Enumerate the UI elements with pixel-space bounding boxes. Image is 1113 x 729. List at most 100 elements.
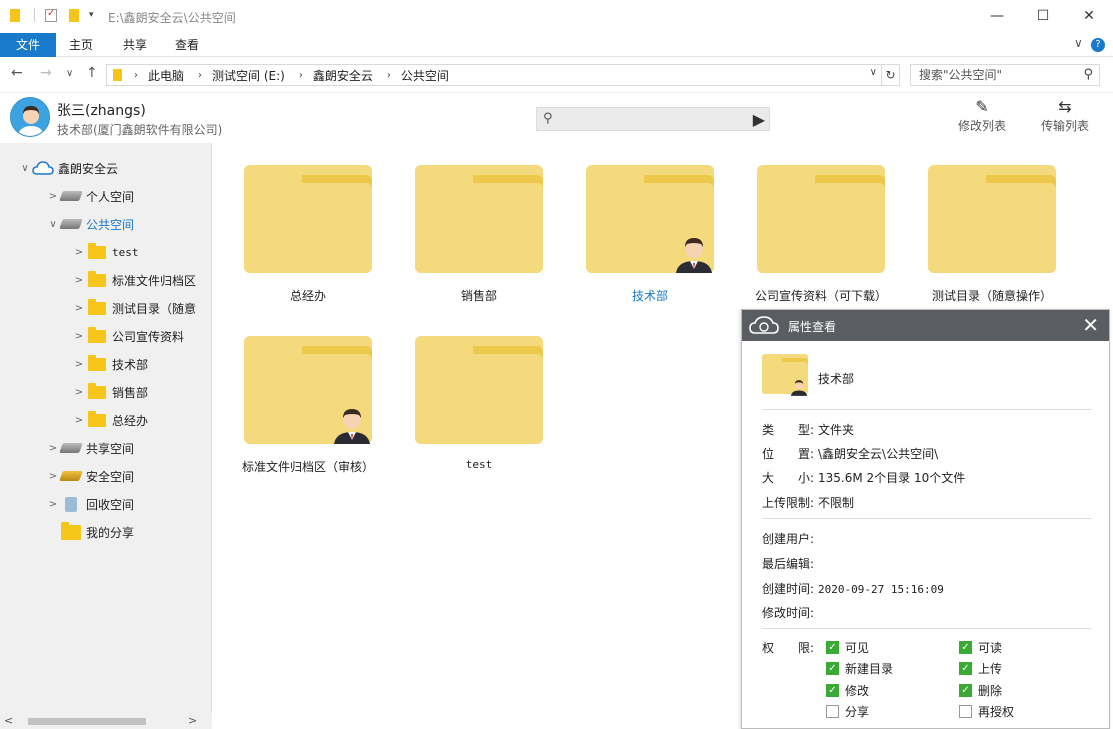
scroll-right-button[interactable]: > — [188, 714, 197, 727]
folder-icon — [86, 270, 108, 287]
checkbox-checked-icon[interactable] — [959, 662, 972, 675]
tab-view[interactable]: 查看 — [162, 33, 212, 57]
tree-item-public-space[interactable]: ∨ 公共空间 — [46, 213, 134, 235]
transfer-list-button[interactable]: ⇆ 传输列表 — [1041, 97, 1089, 134]
edit-list-button[interactable]: ✎ 修改列表 — [958, 97, 1006, 134]
perm-new-folder[interactable]: 新建目录 — [826, 660, 893, 677]
search-go-icon[interactable]: ▶ — [753, 110, 765, 129]
tree-item-recycle-space[interactable]: > 回收空间 — [46, 493, 134, 515]
forward-button[interactable]: → — [40, 65, 52, 81]
perm-delete[interactable]: 删除 — [959, 682, 1002, 699]
folder-item-test[interactable]: test — [404, 336, 554, 471]
tree-item-archive[interactable]: > 标准文件归档区 — [72, 269, 196, 291]
new-folder-icon[interactable] — [69, 8, 79, 22]
chevron-right-icon[interactable]: > — [46, 471, 60, 482]
breadcrumb-cloud[interactable]: 鑫朗安全云 — [313, 67, 373, 84]
perm-modify[interactable]: 修改 — [826, 682, 869, 699]
folder-item-gm-office[interactable]: 总经办 — [233, 165, 383, 304]
tree-item-shared-space[interactable]: > 共享空间 — [46, 437, 134, 459]
checkbox-checked-icon[interactable] — [826, 662, 839, 675]
perm-reauthorize[interactable]: 再授权 — [959, 703, 1014, 720]
user-avatar-icon — [11, 98, 49, 136]
back-button[interactable]: ← — [11, 65, 23, 81]
chevron-right-icon[interactable]: > — [46, 499, 60, 510]
customize-toolbar-icon[interactable]: ▾ — [89, 10, 94, 20]
folder-item-promo[interactable]: 公司宣传资料（可下载） — [746, 165, 896, 304]
chevron-right-icon[interactable]: > — [72, 387, 86, 398]
minimize-button[interactable]: — — [974, 4, 1020, 28]
up-button[interactable]: ↑ — [86, 65, 98, 81]
folder-item-sales[interactable]: 销售部 — [404, 165, 554, 304]
toolbar-divider — [34, 8, 35, 22]
drive-icon — [59, 443, 83, 453]
checkbox-checked-icon[interactable] — [826, 641, 839, 654]
tree-item-cloud[interactable]: ∨ 鑫朗安全云 — [18, 157, 118, 179]
chevron-right-icon[interactable]: > — [72, 415, 86, 426]
tab-share[interactable]: 共享 — [110, 33, 160, 57]
checkbox-unchecked-icon[interactable] — [826, 705, 839, 718]
tree-item-gm-office[interactable]: > 总经办 — [72, 409, 148, 431]
search-input[interactable]: 搜索"公共空间" ⚲ — [910, 64, 1100, 86]
properties-icon[interactable]: ✓ — [45, 8, 57, 22]
help-icon[interactable]: ? — [1091, 38, 1105, 52]
chevron-down-icon[interactable]: ∨ — [870, 67, 877, 78]
maximize-button[interactable]: ☐ — [1020, 4, 1066, 28]
recent-locations-button[interactable]: ∨ — [66, 68, 73, 79]
tree-item-secure-space[interactable]: > 安全空间 — [46, 465, 134, 487]
tree-item-label: 公共空间 — [86, 217, 135, 232]
chevron-right-icon[interactable]: > — [72, 275, 86, 286]
checkbox-checked-icon[interactable] — [959, 641, 972, 654]
checkbox-unchecked-icon[interactable] — [959, 705, 972, 718]
horizontal-scrollbar[interactable]: < > — [0, 713, 212, 729]
chevron-right-icon[interactable]: > — [72, 303, 86, 314]
search-icon[interactable]: ⚲ — [1083, 65, 1093, 85]
quick-search-input[interactable]: ⚲ ▶ — [536, 107, 770, 131]
refresh-button[interactable]: ↻ — [882, 64, 900, 86]
folder-icon — [415, 336, 543, 444]
avatar[interactable] — [10, 97, 50, 137]
chevron-right-icon[interactable]: > — [72, 359, 86, 370]
tree-item-tech[interactable]: > 技术部 — [72, 353, 148, 375]
tree-item-personal-space[interactable]: > 个人空间 — [46, 185, 134, 207]
tree-item-promo[interactable]: > 公司宣传资料 — [72, 325, 184, 347]
chevron-down-icon[interactable]: ∨ — [18, 163, 32, 174]
search-icon: ⚲ — [543, 111, 553, 126]
address-bar[interactable]: › 此电脑 › 测试空间 (E:) › 鑫朗安全云 › 公共空间 ∨ — [106, 64, 882, 86]
chevron-right-icon[interactable]: > — [72, 247, 86, 258]
tab-home[interactable]: 主页 — [56, 33, 106, 57]
scrollbar-thumb[interactable] — [28, 718, 146, 725]
folder-item-archive[interactable]: 标准文件归档区（审核） — [233, 336, 383, 475]
perm-upload[interactable]: 上传 — [959, 660, 1002, 677]
breadcrumb-drive[interactable]: 测试空间 (E:) — [212, 67, 285, 84]
cloud-icon — [32, 161, 54, 175]
ribbon-collapse-button[interactable]: ∨ — [1074, 36, 1083, 50]
perm-share[interactable]: 分享 — [826, 703, 869, 720]
perm-visible[interactable]: 可见 — [826, 639, 869, 656]
folder-name: 技术部 — [631, 289, 668, 303]
tree-item-test[interactable]: > test — [72, 241, 139, 263]
chevron-right-icon[interactable]: > — [46, 191, 60, 202]
chevron-down-icon[interactable]: ∨ — [46, 219, 60, 230]
folder-icon[interactable] — [10, 8, 20, 22]
prop-key: 修改时间: — [762, 606, 815, 620]
breadcrumb-this-pc[interactable]: 此电脑 — [148, 67, 184, 84]
tree-item-sales[interactable]: > 销售部 — [72, 381, 148, 403]
close-icon[interactable]: ✕ — [1082, 313, 1099, 337]
chevron-right-icon[interactable]: > — [46, 443, 60, 454]
chevron-right-icon[interactable]: > — [72, 331, 86, 342]
perm-label: 可见 — [845, 641, 870, 655]
close-button[interactable]: ✕ — [1066, 4, 1112, 28]
tree-item-test-dir[interactable]: > 测试目录（随意 — [72, 297, 196, 319]
prop-size: 大 小: 135.6M 2个目录 10个文件 — [762, 469, 965, 486]
folder-item-test-dir[interactable]: 测试目录（随意操作） — [917, 165, 1067, 304]
scroll-left-button[interactable]: < — [4, 714, 13, 727]
cloud-icon — [749, 316, 779, 334]
breadcrumb-public-space[interactable]: 公共空间 — [401, 67, 449, 84]
checkbox-checked-icon[interactable] — [826, 684, 839, 697]
perm-readable[interactable]: 可读 — [959, 639, 1002, 656]
tab-file[interactable]: 文件 — [0, 33, 56, 57]
checkbox-checked-icon[interactable] — [959, 684, 972, 697]
folder-item-tech[interactable]: 技术部 — [575, 165, 725, 304]
tree-item-my-shares[interactable]: 我的分享 — [46, 521, 134, 543]
secure-drive-icon — [59, 471, 83, 481]
